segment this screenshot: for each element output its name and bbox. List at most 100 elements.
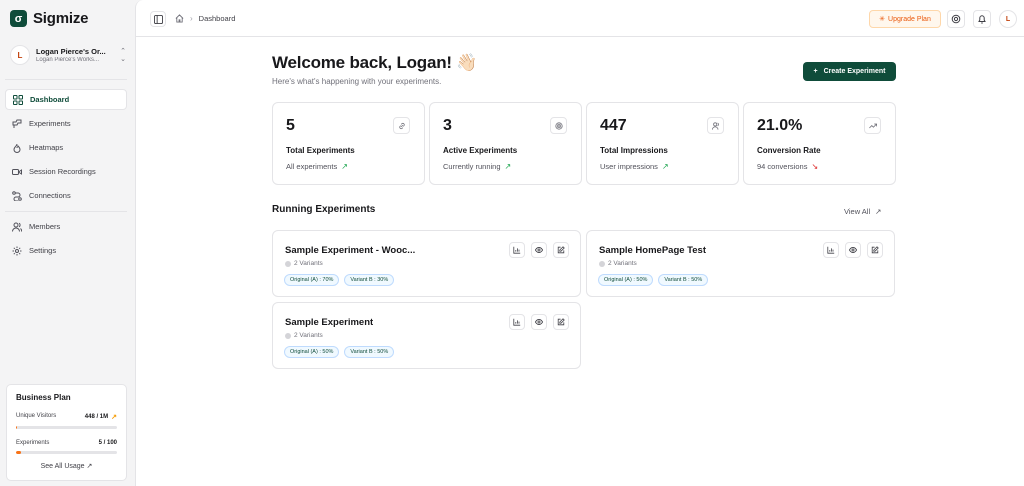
main-nav: Dashboard Experiments Heatmaps Session R…: [5, 89, 127, 209]
notifications-button[interactable]: [973, 10, 991, 28]
upgrade-plan-button[interactable]: ✳ Upgrade Plan: [869, 10, 941, 28]
analytics-button[interactable]: [823, 242, 839, 258]
nav-label: Dashboard: [30, 95, 70, 104]
edit-button[interactable]: [553, 314, 569, 330]
target-icon: [550, 117, 567, 134]
chevrons-updown-icon: ⌃ ⌄: [120, 48, 126, 63]
arrow-down-right-icon: ↘: [811, 162, 819, 171]
edit-button[interactable]: [867, 242, 883, 258]
analytics-button[interactable]: [509, 242, 525, 258]
stat-card-conversion-rate: 21.0% Conversion Rate 94 conversions ↘: [743, 102, 896, 185]
experiment-card[interactable]: Sample Experiment 2 Variants Original (A…: [272, 302, 581, 369]
divider: [5, 79, 127, 80]
experiment-title[interactable]: Sample Experiment: [285, 317, 373, 328]
preview-button[interactable]: [531, 314, 547, 330]
app-logo[interactable]: σ Sigmize: [10, 10, 88, 27]
trending-up-icon: ↗: [111, 414, 117, 421]
variant-tag: Original (A) : 50%: [598, 274, 654, 286]
arrow-up-right-icon: ↗: [86, 463, 93, 470]
plus-icon: +: [813, 68, 818, 75]
link-icon: [393, 117, 410, 134]
sparkle-icon: ✳: [879, 16, 886, 23]
sidebar: σ Sigmize L Logan Pierce's Or... Logan P…: [0, 0, 135, 486]
arrow-up-right-icon: ↗: [875, 207, 882, 216]
nav-item-connections[interactable]: Connections: [5, 185, 127, 206]
stat-subtext: All experiments: [286, 162, 338, 171]
nav-item-heatmaps[interactable]: Heatmaps: [5, 137, 127, 158]
org-avatar: L: [10, 45, 30, 65]
flame-icon: [12, 143, 22, 153]
variant-tag: Original (A) : 50%: [284, 346, 340, 358]
route-icon: [12, 190, 22, 201]
stat-card-total-impressions: 447 Total Impressions User impressions ↗: [586, 102, 739, 185]
plan-usage-card: Business Plan Unique Visitors 448 / 1M ↗ …: [6, 384, 127, 481]
org-switcher[interactable]: L Logan Pierce's Or... Logan Pierce's Wo…: [10, 45, 126, 65]
visitors-progress: [16, 426, 117, 429]
settings-button[interactable]: [947, 10, 965, 28]
users-icon: [12, 222, 22, 232]
gear-icon: [951, 14, 961, 24]
nav-item-experiments[interactable]: Experiments: [5, 113, 127, 134]
org-name: Logan Pierce's Or...: [36, 47, 106, 56]
variant-tag: Variant B : 50%: [658, 274, 709, 286]
variant-count: 2 Variants: [294, 260, 323, 267]
nav-item-dashboard[interactable]: Dashboard: [5, 89, 127, 110]
experiment-title[interactable]: Sample HomePage Test: [599, 245, 706, 256]
workspace-name: Logan Pierce's Works...: [36, 57, 100, 63]
experiment-card[interactable]: Sample Experiment - Wooc... 2 Variants O…: [272, 230, 581, 297]
grid-icon: [13, 94, 23, 105]
edit-button[interactable]: [553, 242, 569, 258]
experiment-card[interactable]: Sample HomePage Test 2 Variants Original…: [586, 230, 895, 297]
create-experiment-button[interactable]: + Create Experiment: [803, 62, 896, 81]
experiments-progress-fill: [16, 451, 22, 454]
eye-icon: [535, 319, 543, 325]
app-name: Sigmize: [33, 10, 89, 27]
nav-label: Connections: [29, 191, 71, 200]
nav-item-members[interactable]: Members: [5, 216, 127, 237]
gear-icon: [12, 246, 22, 256]
stat-card-total-experiments: 5 Total Experiments All experiments ↗: [272, 102, 425, 185]
stat-label: Conversion Rate: [757, 146, 821, 155]
stat-value: 5: [286, 117, 295, 134]
nav-label: Settings: [29, 246, 57, 255]
trending-icon: [864, 117, 881, 134]
bell-icon: [978, 15, 986, 24]
stat-value: 3: [443, 117, 452, 134]
stat-label: Active Experiments: [443, 146, 518, 155]
nav-label: Session Recordings: [29, 167, 96, 176]
home-icon[interactable]: [175, 14, 184, 23]
divider: [5, 211, 127, 212]
breadcrumb: › Dashboard: [175, 14, 235, 23]
panel-left-icon: [153, 14, 163, 24]
experiment-title[interactable]: Sample Experiment - Wooc...: [285, 245, 415, 256]
variant-count: 2 Variants: [294, 332, 323, 339]
see-all-usage-link[interactable]: See All Usage ↗: [16, 462, 117, 470]
nav-item-settings[interactable]: Settings: [5, 240, 127, 261]
variant-tag: Original (A) : 70%: [284, 274, 340, 286]
visitors-value: 448 / 1M: [84, 414, 109, 420]
users-icon: [707, 117, 724, 134]
sidebar-toggle-button[interactable]: [150, 11, 166, 27]
bar-chart-icon: [513, 318, 521, 326]
stat-subtext: User impressions: [600, 162, 658, 171]
nav-item-session-recordings[interactable]: Session Recordings: [5, 161, 127, 182]
preview-button[interactable]: [531, 242, 547, 258]
edit-icon: [557, 246, 565, 254]
stat-label: Total Experiments: [286, 146, 355, 155]
experiments-usage-value: 5 / 100: [98, 440, 117, 446]
nav-label: Members: [29, 222, 61, 231]
stat-subtext: 94 conversions: [757, 162, 808, 171]
video-icon: [12, 167, 22, 177]
status-dot: [285, 260, 291, 267]
breadcrumb-current: Dashboard: [198, 14, 236, 23]
user-avatar[interactable]: L: [999, 10, 1017, 28]
stat-value: 447: [600, 117, 627, 134]
experiments-progress: [16, 451, 117, 454]
view-all-link[interactable]: View All ↗: [844, 207, 881, 216]
eye-icon: [535, 247, 543, 253]
arrow-up-right-icon: ↗: [504, 162, 512, 171]
arrow-up-right-icon: ↗: [661, 162, 669, 171]
preview-button[interactable]: [845, 242, 861, 258]
stat-value: 21.0%: [757, 117, 803, 134]
analytics-button[interactable]: [509, 314, 525, 330]
